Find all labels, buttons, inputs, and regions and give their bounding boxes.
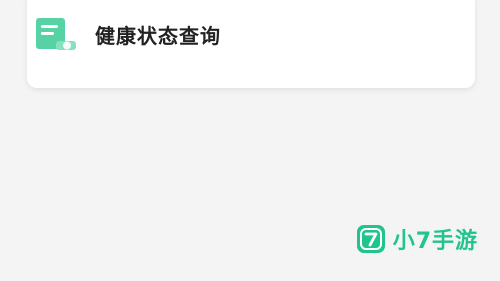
health-status-query-item[interactable]: 健康状态查询 [33,17,221,51]
watermark-logo: 小7手游 [356,224,478,254]
seven-logo-icon [359,228,382,250]
health-status-query-label: 健康状态查询 [95,23,221,48]
watermark-badge [356,225,385,253]
document-search-icon [36,18,76,50]
app-screen: 健康状态查询 小7手游 [0,0,500,281]
watermark-text: 小7手游 [392,229,478,254]
